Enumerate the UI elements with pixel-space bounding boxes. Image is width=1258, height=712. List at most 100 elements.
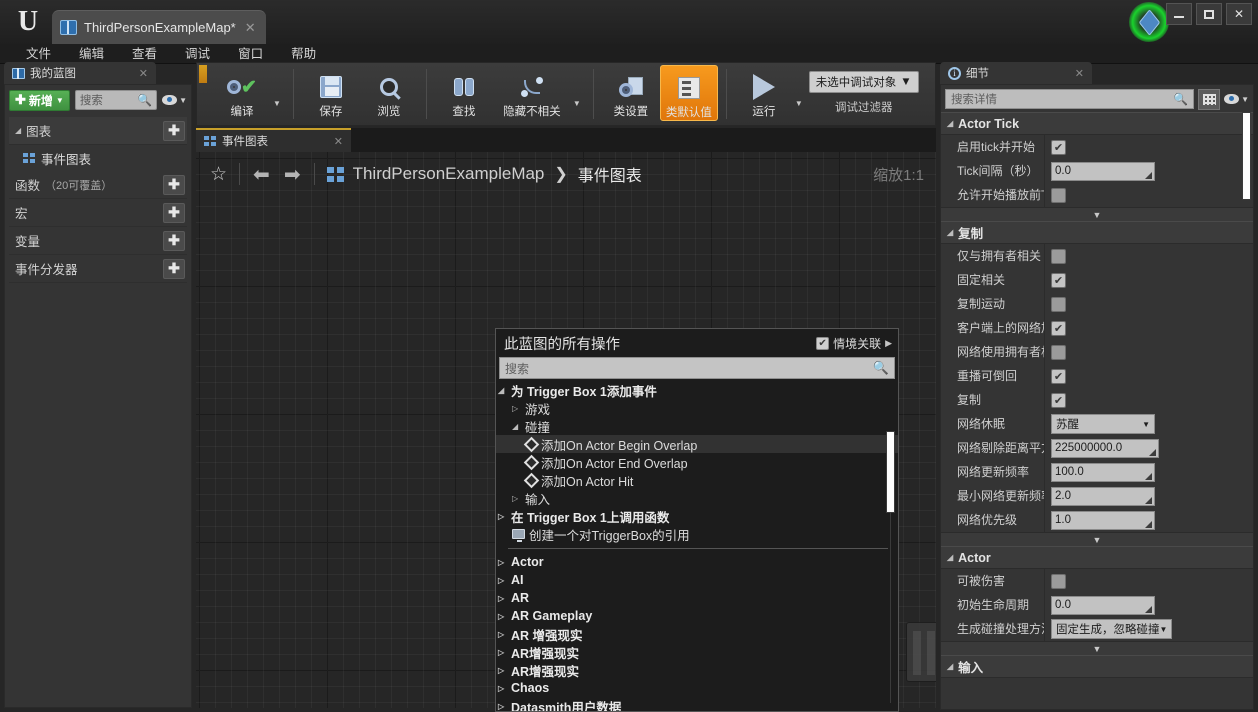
context-menu-search-input[interactable]: 搜索 🔍 — [499, 357, 895, 379]
add-event-dispatcher-button[interactable]: ✚ — [163, 258, 185, 279]
checkbox-unchecked[interactable] — [1051, 187, 1066, 203]
sidebar-section-variables[interactable]: 变量 ✚ — [9, 227, 187, 255]
context-menu-item[interactable]: ▷ AR — [496, 589, 898, 607]
close-window-button[interactable]: ✕ — [1226, 3, 1252, 25]
menu-help[interactable]: 帮助 — [277, 44, 330, 64]
find-button[interactable]: 查找 — [435, 65, 493, 119]
drag-handle-icon[interactable] — [1145, 496, 1152, 504]
sidebar-item-event-graph[interactable]: 事件图表 — [9, 145, 187, 171]
compile-button[interactable]: ✔ 编译 — [213, 65, 271, 119]
context-menu-item[interactable]: ▷ AI — [496, 571, 898, 589]
add-graph-button[interactable]: ✚ — [163, 120, 185, 141]
context-menu-list[interactable]: ◢ 为 Trigger Box 1添加事件 ▷ 游戏 ◢ 碰撞 添加On Actor Beg… — [496, 379, 898, 711]
details-category-header[interactable]: ◢ 输入 — [941, 655, 1253, 678]
context-menu-item[interactable]: ▷ 输入 — [496, 489, 898, 507]
checkbox-checked[interactable]: ✔ — [1051, 392, 1066, 408]
graph-node-partial[interactable] — [906, 622, 936, 682]
category-collapse-handle[interactable]: ▼ — [941, 641, 1253, 655]
details-category-header[interactable]: ◢ Actor Tick — [941, 112, 1253, 135]
number-input[interactable]: 0.0 — [1051, 595, 1155, 615]
chevron-down-icon[interactable]: ▼ — [271, 81, 285, 108]
checkbox-unchecked[interactable] — [1051, 344, 1066, 360]
tab-event-graph[interactable]: 事件图表 ✕ — [196, 128, 351, 152]
add-function-button[interactable]: ✚ — [163, 174, 185, 195]
menu-window[interactable]: 窗口 — [224, 44, 277, 64]
forward-arrow-icon[interactable]: ➡ — [277, 162, 308, 187]
details-search-input[interactable]: 搜索详情 🔍 — [945, 89, 1195, 109]
number-input[interactable]: 225000000.0 — [1051, 438, 1159, 458]
checkbox-checked[interactable]: ✔ — [1051, 139, 1066, 155]
sidebar-section-macros[interactable]: 宏 ✚ — [9, 199, 187, 227]
details-scroll-area[interactable]: ◢ Actor Tick 启用tick并开始 ✔ Tick间隔（秒） 0.0 允许开始播放前… — [941, 112, 1253, 708]
menu-debug[interactable]: 调试 — [171, 44, 224, 64]
checkbox-checked[interactable]: ✔ — [1051, 368, 1066, 384]
context-menu-item[interactable]: ▷ Chaos — [496, 679, 898, 697]
context-menu-item[interactable]: 添加On Actor Begin Overlap — [496, 435, 898, 453]
details-category-header[interactable]: ◢ 复制 — [941, 221, 1253, 244]
checkbox-unchecked[interactable] — [1051, 248, 1066, 264]
tab-details[interactable]: i 细节 ✕ — [940, 62, 1092, 84]
category-collapse-handle[interactable]: ▼ — [941, 207, 1253, 221]
context-menu-item[interactable]: ▷ 游戏 — [496, 399, 898, 417]
context-menu-item[interactable]: ▷ Actor — [496, 553, 898, 571]
menu-file[interactable]: 文件 — [12, 44, 65, 64]
chevron-down-icon[interactable]: ▼ — [571, 81, 585, 108]
number-input[interactable]: 1.0 — [1051, 510, 1155, 530]
context-sensitive-toggle[interactable]: 情境关联 ▶ — [816, 335, 892, 352]
context-menu-item[interactable]: ▷ 在 Trigger Box 1上调用函数 — [496, 507, 898, 525]
drag-handle-icon[interactable] — [1145, 520, 1152, 528]
context-menu-item[interactable]: 创建一个对TriggerBox的引用 — [496, 525, 898, 543]
context-menu-item[interactable]: ▷ Datasmith用户数据 — [496, 697, 898, 712]
drag-handle-icon[interactable] — [1149, 448, 1156, 456]
menu-edit[interactable]: 编辑 — [65, 44, 118, 64]
favorite-star-icon[interactable]: ☆ — [204, 163, 233, 186]
debug-target-dropdown[interactable]: 未选中调试对象 ▼ — [808, 71, 919, 93]
grid-view-button[interactable] — [1198, 88, 1221, 110]
context-menu-item[interactable]: ◢ 碰撞 — [496, 417, 898, 435]
close-icon[interactable]: ✕ — [139, 67, 148, 80]
close-icon[interactable]: ✕ — [1075, 67, 1084, 80]
details-view-options-button[interactable]: ▼ — [1224, 94, 1249, 104]
context-menu-item[interactable]: ▷ AR增强现实 — [496, 643, 898, 661]
save-button[interactable]: 保存 — [302, 65, 360, 119]
context-menu-item[interactable]: 添加On Actor Hit — [496, 471, 898, 489]
add-variable-button[interactable]: ✚ — [163, 230, 185, 251]
checkbox-checked[interactable]: ✔ — [1051, 320, 1066, 336]
details-category-header[interactable]: ◢ Actor — [941, 546, 1253, 569]
checkbox-unchecked[interactable] — [1051, 573, 1066, 589]
drag-handle-icon[interactable] — [1145, 472, 1152, 480]
visibility-options-button[interactable]: ▼ — [162, 95, 187, 105]
dropdown-select[interactable]: 固定生成，忽略碰撞 ▼ — [1051, 619, 1173, 639]
class-settings-button[interactable]: 类设置 — [602, 65, 660, 119]
document-tab[interactable]: ThirdPersonExampleMap* ✕ — [52, 10, 266, 44]
play-button[interactable]: 运行 — [735, 65, 793, 119]
my-blueprint-search-input[interactable]: 搜索 🔍 — [74, 90, 158, 110]
checkbox-checked[interactable]: ✔ — [1051, 272, 1066, 288]
context-menu-item[interactable]: ▷ AR Gameplay — [496, 607, 898, 625]
close-icon[interactable]: ✕ — [334, 135, 343, 148]
close-icon[interactable]: ✕ — [243, 20, 256, 36]
dropdown-select[interactable]: 苏醒 ▼ — [1051, 414, 1155, 434]
drag-handle-icon[interactable] — [1145, 605, 1152, 613]
minimize-button[interactable] — [1166, 3, 1192, 25]
chevron-down-icon[interactable]: ▼ — [793, 81, 807, 108]
category-collapse-handle[interactable]: ▼ — [941, 532, 1253, 546]
context-menu-item[interactable]: ▷ AR 增强现实 — [496, 625, 898, 643]
back-arrow-icon[interactable]: ⬅ — [246, 162, 277, 187]
drag-handle-icon[interactable] — [1145, 171, 1152, 179]
maximize-button[interactable] — [1196, 3, 1222, 25]
menu-view[interactable]: 查看 — [118, 44, 171, 64]
sidebar-section-functions[interactable]: 函数 （20可覆盖） ✚ — [9, 171, 187, 199]
context-menu-item[interactable]: ▷ AR增强现实 — [496, 661, 898, 679]
breadcrumb-root-label[interactable]: ThirdPersonExampleMap — [353, 164, 545, 184]
hide-unrelated-button[interactable]: 隐藏不相关 — [493, 65, 571, 119]
add-new-button[interactable]: ✚ 新增 ▼ — [9, 89, 70, 111]
sidebar-section-graphs[interactable]: ◢ 图表 ✚ — [9, 117, 187, 145]
tab-my-blueprint[interactable]: 我的蓝图 ✕ — [4, 62, 156, 84]
sidebar-section-event-dispatchers[interactable]: 事件分发器 ✚ — [9, 255, 187, 283]
browse-button[interactable]: 浏览 — [360, 65, 418, 119]
number-input[interactable]: 100.0 — [1051, 462, 1155, 482]
number-input[interactable]: 0.0 — [1051, 161, 1155, 181]
class-defaults-button[interactable]: 类默认值 — [659, 65, 718, 121]
scrollbar-thumb[interactable] — [886, 431, 895, 513]
